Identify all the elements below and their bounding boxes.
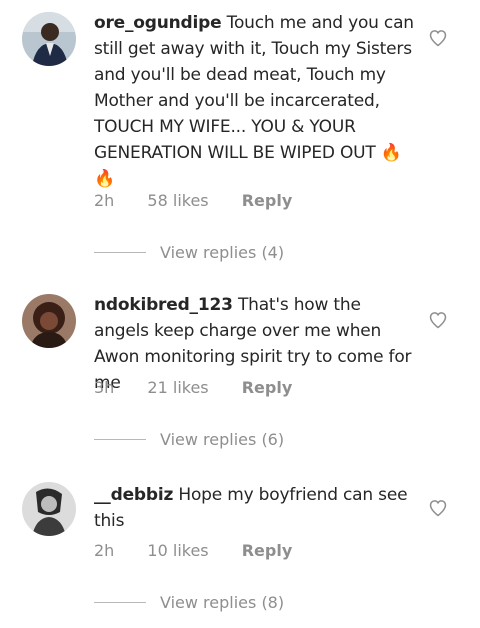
replies-divider [94, 439, 146, 440]
comment-username[interactable]: ore_ogundipe [94, 13, 222, 33]
view-replies-link[interactable]: View replies (8) [94, 593, 284, 615]
comment-likes[interactable]: 58 likes [147, 191, 208, 210]
view-replies-label: View replies (8) [160, 593, 285, 612]
view-replies-link[interactable]: View replies (6) [94, 430, 284, 452]
comment-username[interactable]: ndokibred_123 [94, 295, 233, 315]
comment-body: __debbiz Hope my boyfriend can see this [94, 482, 416, 534]
avatar[interactable] [22, 482, 76, 536]
reply-button[interactable]: Reply [242, 541, 293, 560]
comment-username[interactable]: __debbiz [94, 485, 173, 505]
reply-button[interactable]: Reply [242, 191, 293, 210]
heart-outline-icon[interactable] [428, 28, 448, 48]
comment-likes[interactable]: 21 likes [147, 378, 208, 397]
replies-divider [94, 602, 146, 603]
comment-time: 2h [94, 541, 115, 560]
comment-likes[interactable]: 10 likes [147, 541, 208, 560]
view-replies-label: View replies (4) [160, 243, 285, 262]
replies-divider [94, 252, 146, 253]
avatar[interactable] [22, 12, 76, 66]
reply-button[interactable]: Reply [242, 378, 293, 397]
comment-body: ore_ogundipe Touch me and you can still … [94, 10, 416, 192]
comment-meta: 3h 21 likes Reply [94, 378, 292, 397]
comment-time: 3h [94, 378, 115, 397]
comment-item: __debbiz Hope my boyfriend can see this … [0, 470, 480, 628]
comment-item: ndokibred_123 That's how the angels keep… [0, 280, 480, 470]
avatar[interactable] [22, 294, 76, 348]
view-replies-link[interactable]: View replies (4) [94, 243, 284, 265]
view-replies-label: View replies (6) [160, 430, 285, 449]
comment-time: 2h [94, 191, 115, 210]
comment-meta: 2h 58 likes Reply [94, 191, 292, 210]
comment-meta: 2h 10 likes Reply [94, 541, 292, 560]
heart-outline-icon[interactable] [428, 498, 448, 518]
comment-text: Touch me and you can still get away with… [94, 13, 414, 189]
heart-outline-icon[interactable] [428, 310, 448, 330]
comment-item: ore_ogundipe Touch me and you can still … [0, 0, 480, 280]
